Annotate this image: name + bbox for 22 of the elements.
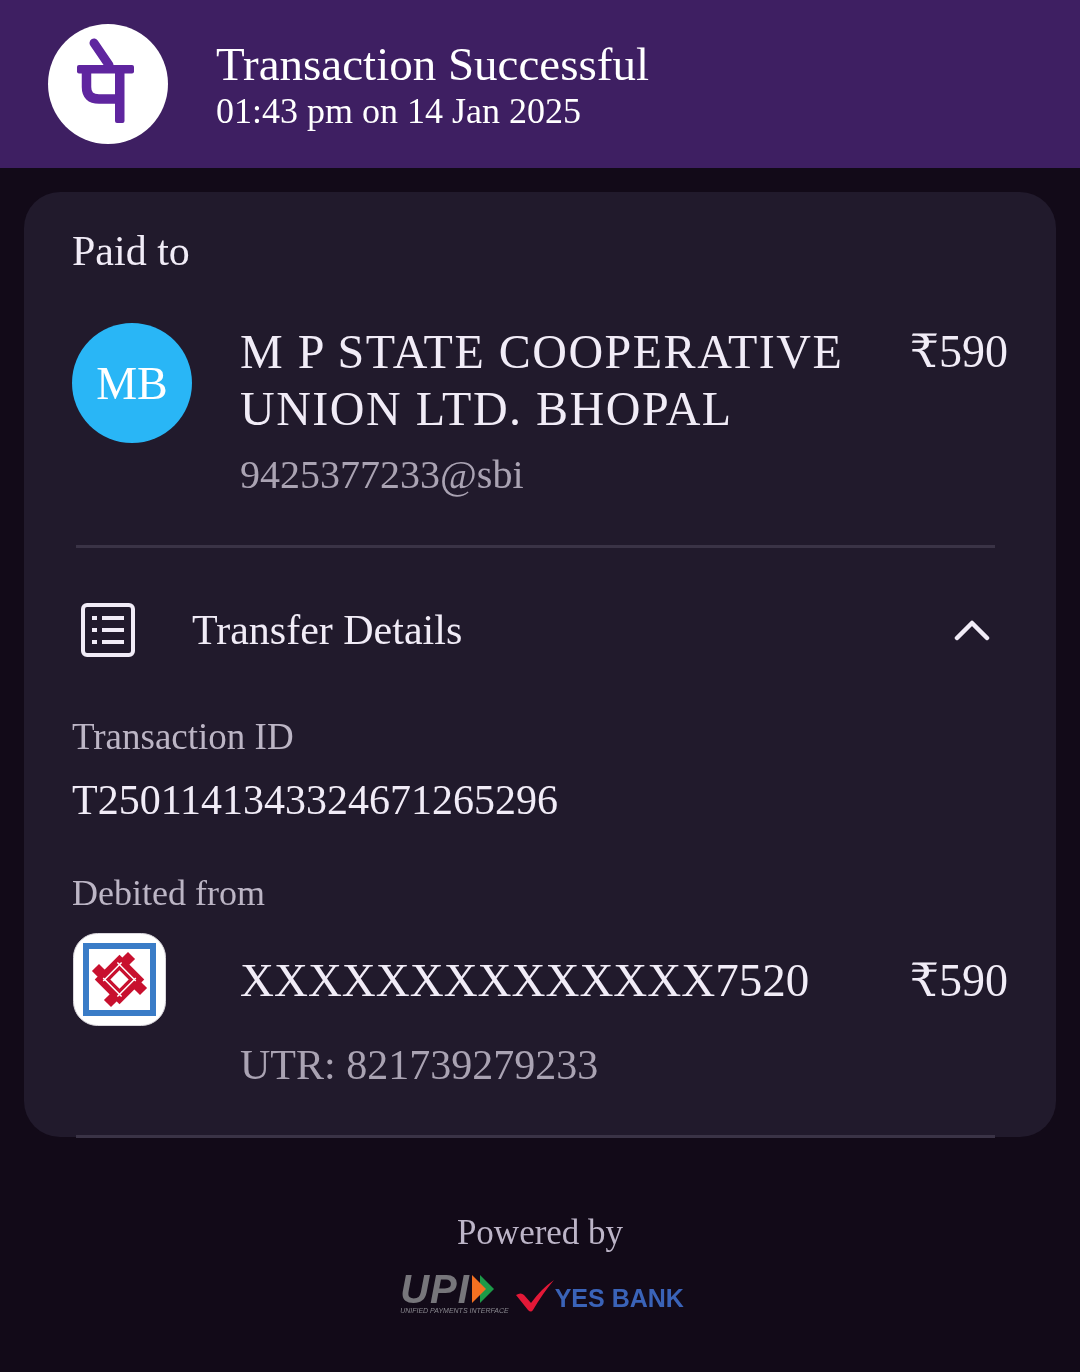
transaction-id: T2501141343324671265296	[72, 776, 560, 824]
amount: ₹590	[909, 954, 1008, 1008]
upi-logo-text: UPI	[400, 1273, 470, 1305]
list-icon	[81, 603, 135, 657]
transfer-details-toggle[interactable]: Transfer Details	[72, 603, 1008, 657]
bank-name: YES BANK	[554, 1283, 684, 1313]
status-title: Transaction Successful	[216, 36, 649, 91]
field-label: Transaction ID	[72, 715, 295, 759]
avatar-initials: MB	[72, 323, 192, 443]
field-label: Debited from	[72, 872, 266, 915]
utr-number: UTR: 821739279233	[240, 1041, 600, 1089]
transaction-time: 01:43 pm on 14 Jan 2025	[216, 90, 582, 132]
app-logo-icon	[48, 24, 168, 144]
account-number: XXXXXXXXXXXXXX7520	[240, 953, 810, 1008]
paid-to-label: Paid to	[72, 228, 191, 274]
tick-icon	[514, 1278, 555, 1312]
bank-logo-icon	[72, 932, 167, 1027]
upi-id: 9425377233@sbi	[240, 452, 525, 498]
amount: ₹590	[909, 325, 1008, 379]
triangles-icon	[471, 1275, 494, 1303]
payee-name: M P STATE COOPERATIVE UNION LTD. BHOPAL	[240, 324, 845, 437]
powered-by-label: Powered by	[456, 1212, 624, 1254]
